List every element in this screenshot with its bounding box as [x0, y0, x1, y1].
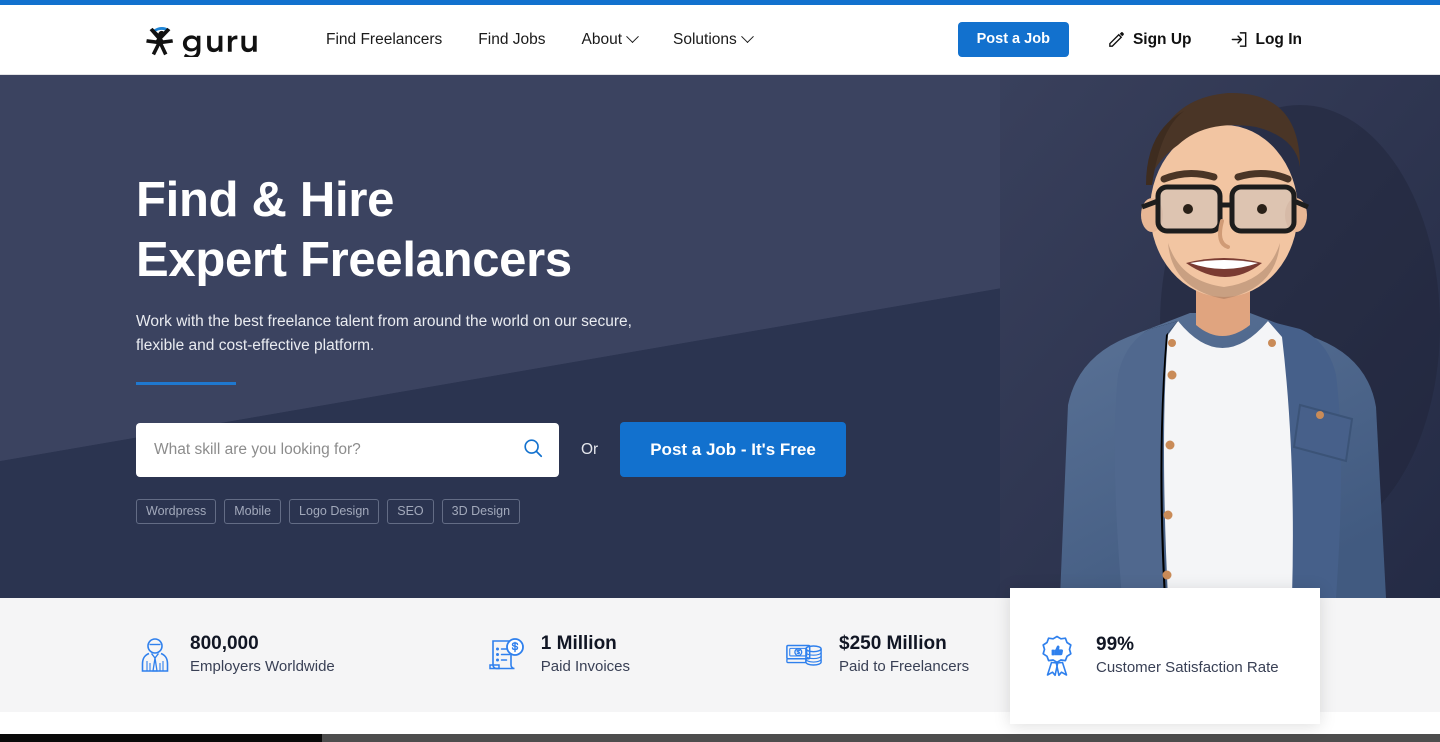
award-ribbon-thumbsup-icon	[1038, 635, 1076, 677]
skill-tag-mobile[interactable]: Mobile	[224, 499, 282, 524]
stat-text: $250 Million Paid to Freelancers	[839, 632, 969, 678]
stat-text: 800,000 Employers Worldwide	[190, 632, 335, 678]
scrollbar-track-remainder[interactable]	[322, 734, 1440, 742]
stat-number: 99%	[1096, 634, 1135, 655]
stat-label: Paid to Freelancers	[839, 658, 970, 675]
login-arrow-icon	[1230, 30, 1249, 49]
stat-text: 99% Customer Satisfaction Rate	[1096, 633, 1279, 679]
nav-item-find-freelancers[interactable]: Find Freelancers	[326, 31, 442, 49]
popular-skill-tags: Wordpress Mobile Logo Design SEO 3D Desi…	[136, 499, 896, 524]
chevron-down-icon	[626, 30, 639, 44]
hero-photo	[1000, 75, 1440, 598]
post-a-job-free-button[interactable]: Post a Job - It's Free	[620, 422, 846, 477]
nav-label: About	[581, 30, 623, 48]
stat-number: $250 Million	[839, 633, 947, 654]
nav-item-solutions[interactable]: Solutions	[673, 30, 754, 49]
customer-satisfaction-card: 99% Customer Satisfaction Rate	[1010, 588, 1320, 724]
hero-accent-divider	[136, 382, 236, 385]
stat-employers-worldwide: 800,000 Employers Worldwide	[136, 632, 335, 678]
nav-item-about[interactable]: About	[581, 30, 639, 49]
nav-item-find-jobs[interactable]: Find Jobs	[478, 31, 545, 49]
skill-tag-seo[interactable]: SEO	[387, 499, 434, 524]
stat-paid-invoices: 1 Million Paid Invoices	[487, 632, 630, 678]
scrollbar-thumb[interactable]	[0, 734, 322, 742]
cash-coins-icon	[785, 635, 823, 675]
hero-search-row: Or Post a Job - It's Free	[136, 422, 896, 477]
skill-tag-logo-design[interactable]: Logo Design	[289, 499, 380, 524]
hero-heading: Find & Hire Expert Freelancers	[136, 170, 896, 290]
skill-tag-wordpress[interactable]: Wordpress	[136, 499, 217, 524]
stat-label: Paid Invoices	[540, 658, 630, 675]
log-in-link[interactable]: Log In	[1230, 30, 1303, 49]
guru-logo[interactable]	[136, 23, 268, 57]
pencil-edit-icon	[1107, 30, 1126, 49]
search-box[interactable]	[136, 422, 559, 477]
nav-label: Solutions	[673, 30, 737, 48]
horizontal-scrollbar[interactable]	[0, 734, 1440, 742]
site-header: Find Freelancers Find Jobs About Solutio…	[0, 5, 1440, 75]
chevron-down-icon	[740, 30, 754, 44]
stat-number: 1 Million	[540, 633, 617, 654]
main-navigation: Find Freelancers Find Jobs About Solutio…	[326, 30, 754, 49]
skill-tag-3d-design[interactable]: 3D Design	[441, 499, 521, 524]
or-separator-label: Or	[581, 440, 599, 458]
log-in-label: Log In	[1255, 30, 1303, 48]
stat-label: Customer Satisfaction Rate	[1096, 659, 1279, 676]
hero-heading-line-1: Find & Hire	[136, 173, 395, 227]
page-root: Find Freelancers Find Jobs About Solutio…	[0, 0, 1440, 742]
invoice-dollar-icon	[487, 635, 525, 675]
post-a-job-button[interactable]: Post a Job	[957, 22, 1069, 57]
header-actions: Post a Job Sign Up Log In	[957, 22, 1303, 57]
search-icon	[522, 437, 544, 462]
search-input[interactable]	[136, 423, 559, 476]
sign-up-link[interactable]: Sign Up	[1107, 30, 1192, 49]
hero-section: Find & Hire Expert Freelancers Work with…	[0, 75, 1440, 598]
stat-customer-satisfaction: 99% Customer Satisfaction Rate	[1038, 633, 1279, 679]
stat-text: 1 Million Paid Invoices	[541, 632, 630, 678]
stat-number: 800,000	[190, 633, 259, 654]
stat-paid-to-freelancers: $250 Million Paid to Freelancers	[785, 632, 969, 678]
nav-label: Find Freelancers	[326, 30, 443, 48]
hero-subheading: Work with the best freelance talent from…	[136, 313, 632, 354]
nav-label: Find Jobs	[478, 30, 546, 48]
stat-label: Employers Worldwide	[190, 658, 335, 675]
employer-person-icon	[136, 635, 174, 675]
hero-content: Find & Hire Expert Freelancers Work with…	[136, 75, 896, 524]
sign-up-label: Sign Up	[1132, 30, 1192, 48]
hero-heading-line-2: Expert Freelancers	[136, 233, 572, 287]
search-submit-button[interactable]	[521, 438, 545, 462]
